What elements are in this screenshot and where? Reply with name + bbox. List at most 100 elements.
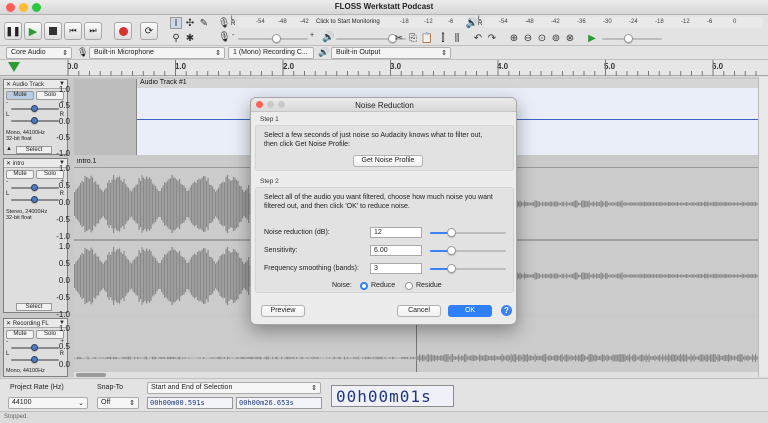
pan-knob[interactable] (31, 117, 38, 124)
reduce-radio-label[interactable]: Reduce (371, 282, 395, 289)
fit-project-button[interactable]: ⊚ (550, 32, 562, 44)
input-volume-knob[interactable] (272, 34, 281, 43)
sensitivity-input[interactable]: 6.00 (370, 245, 422, 256)
play-button[interactable]: ▶ (24, 22, 42, 40)
monitor-toggle[interactable]: Click to Start Monitoring (316, 19, 380, 25)
frequency-smoothing-input[interactable]: 3 (370, 263, 422, 274)
noise-reduction-knob[interactable] (447, 228, 457, 237)
close-track-icon[interactable]: ✕ (6, 321, 11, 327)
stop-button[interactable] (44, 22, 62, 40)
pan-knob[interactable] (31, 356, 38, 363)
loop-button[interactable]: ⟳ (140, 22, 158, 40)
play-at-speed-button[interactable]: ▶ (586, 32, 598, 44)
track-vertical-scale[interactable]: 1.0 0.5 0.0 -0.5 -1.0 (44, 85, 70, 158)
vertical-scrollbar[interactable] (758, 77, 768, 377)
selection-start-field[interactable]: 00h00m00.591s (147, 397, 233, 409)
skip-end-button[interactable]: ⏭ (84, 22, 102, 40)
input-channels-value: 1 (Mono) Recording C... (233, 49, 308, 56)
close-track-icon[interactable]: ✕ (6, 82, 11, 88)
noise-reduction-value: 12 (374, 229, 382, 236)
record-meter-channels: LR (231, 16, 235, 27)
ok-button[interactable]: OK (448, 305, 492, 317)
trim-button[interactable]: ⫿ (437, 32, 449, 44)
track-vertical-scale[interactable]: 1.0 0.5 0.0 -0.5 -1.0 1.0 0.5 0.0 -0.5 -… (44, 164, 70, 319)
paste-button[interactable]: 📋 (421, 32, 433, 44)
track-vertical-scale[interactable]: 1.0 0.5 0.0 (44, 324, 70, 374)
microphone-icon[interactable]: 🎙 (218, 17, 231, 29)
gain-knob[interactable] (31, 184, 38, 191)
pan-left: L (6, 191, 10, 197)
reduce-radio[interactable] (360, 282, 368, 290)
record-icon (118, 26, 128, 36)
step1-instructions: Select a few seconds of just noise so Au… (264, 131, 482, 149)
sensitivity-slider[interactable] (430, 246, 506, 255)
clip-title[interactable]: Audio Track #1 (137, 79, 758, 88)
zoom-in-button[interactable]: ⊕ (508, 32, 520, 44)
input-channels-select[interactable]: 1 (Mono) Recording C... (228, 47, 314, 59)
residue-radio[interactable] (405, 282, 413, 290)
fit-selection-button[interactable]: ⊙ (536, 32, 548, 44)
selection-mode-select[interactable]: Start and End of Selection ⇕ (147, 382, 321, 394)
silence-button[interactable]: ⫼ (451, 32, 463, 44)
dialog-title-bar: Noise Reduction (251, 98, 516, 112)
noise-reduction-input[interactable]: 12 (370, 227, 422, 238)
play-speed-slider[interactable] (602, 34, 662, 43)
envelope-tool[interactable]: ✣ (184, 17, 196, 29)
skip-start-button[interactable]: ⏮ (64, 22, 82, 40)
input-device-select[interactable]: Built-in Microphone ⇕ (89, 47, 225, 59)
undo-button[interactable]: ↶ (472, 32, 484, 44)
chevron-updown-icon: ⇕ (129, 400, 135, 407)
scale-label: -1.0 (56, 232, 70, 241)
collapse-track-icon[interactable]: ▲ (6, 146, 12, 152)
gain-knob[interactable] (31, 344, 38, 351)
input-volume-slider[interactable] (238, 34, 308, 43)
selection-end-field[interactable]: 00h00m26.653s (236, 397, 322, 409)
record-button[interactable] (114, 22, 132, 40)
frequency-smoothing-slider[interactable] (430, 264, 506, 273)
speaker-icon[interactable]: 🔊 (466, 17, 478, 29)
get-noise-profile-button[interactable]: Get Noise Profile (353, 155, 423, 167)
copy-button[interactable]: ⎘ (407, 32, 419, 44)
sensitivity-knob[interactable] (447, 246, 457, 255)
noise-reduction-slider[interactable] (430, 228, 506, 237)
scale-label: -0.5 (56, 215, 70, 224)
loop-icon: ⟳ (144, 25, 154, 37)
mute-button[interactable]: Mute (6, 91, 34, 100)
preview-button[interactable]: Preview (261, 305, 305, 317)
audio-position-display[interactable]: 00h00m01s (331, 385, 454, 407)
zoom-tool[interactable]: ⚲ (170, 32, 182, 44)
redo-button[interactable]: ↷ (486, 32, 498, 44)
draw-tool[interactable]: ✎ (198, 17, 210, 29)
rec-tick: -42 (300, 19, 309, 25)
step2-line: filtered out, and then click 'OK' to red… (264, 203, 410, 210)
output-device-select[interactable]: Built-in Output ⇕ (331, 47, 451, 59)
residue-radio-label[interactable]: Residue (416, 282, 442, 289)
audio-clip[interactable] (74, 318, 758, 377)
selection-tool[interactable]: I (170, 17, 182, 29)
project-rate-select[interactable]: 44100 ⌄ (8, 397, 88, 409)
audio-host-select[interactable]: Core Audio ⇕ (6, 47, 72, 59)
mute-button[interactable]: Mute (6, 170, 34, 179)
multi-tool[interactable]: ✱ (184, 32, 196, 44)
playback-meter[interactable]: -54 -48 -42 -36 -30 -24 -18 -12 -6 0 (485, 17, 763, 28)
cancel-button[interactable]: Cancel (397, 305, 441, 317)
help-icon[interactable]: ? (501, 305, 512, 316)
timeline-ruler[interactable]: 0.0 1.0 2.0 3.0 4.0 5.0 6.0 (0, 60, 768, 76)
play-tick: -54 (499, 19, 508, 25)
fit-selection-icon: ⊙ (537, 32, 547, 44)
pause-button[interactable]: ❚❚ (4, 22, 22, 40)
play-speed-knob[interactable] (624, 34, 633, 43)
zoom-toggle-button[interactable]: ⊗ (564, 32, 576, 44)
track-bitdepth: 32-bit float (6, 136, 32, 142)
pan-left: L (6, 351, 10, 357)
snap-to-select[interactable]: Off ⇕ (97, 397, 139, 409)
scrollbar-thumb[interactable] (76, 373, 106, 377)
cut-button[interactable]: ✂ (393, 32, 405, 44)
close-track-icon[interactable]: ✕ (6, 161, 11, 167)
pan-knob[interactable] (31, 196, 38, 203)
zoom-out-button[interactable]: ⊖ (522, 32, 534, 44)
mute-button[interactable]: Mute (6, 330, 34, 339)
gain-knob[interactable] (31, 105, 38, 112)
frequency-smoothing-knob[interactable] (447, 264, 457, 273)
record-meter[interactable]: -54 -48 -42 Click to Start Monitoring -1… (238, 17, 474, 28)
